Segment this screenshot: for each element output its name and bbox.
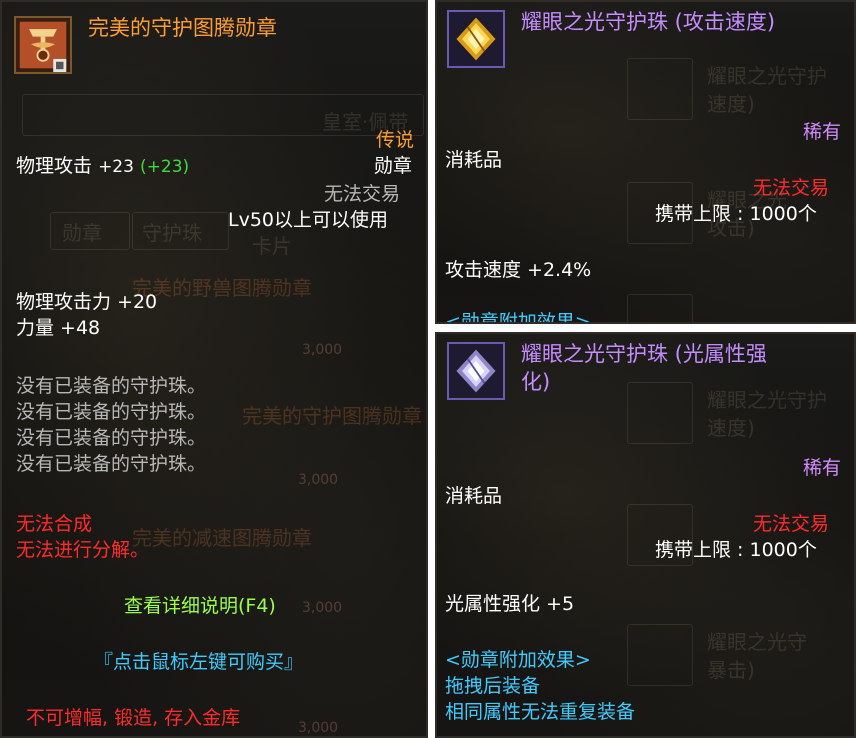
item-title: 完美的守护图腾勋章 (88, 16, 277, 40)
no-craft-notice: 无法合成 (16, 513, 93, 535)
stat-strength: 力量 +48 (16, 317, 101, 339)
rarity-label: 稀有 (803, 457, 842, 479)
trade-status: 无法交易 (324, 183, 401, 205)
orb-slot-empty-2: 没有已装备的守护珠。 (16, 401, 207, 423)
stat-physical-attack: 物理攻击力 +20 (16, 291, 158, 313)
bg-tab2: 守护珠 (142, 221, 202, 245)
bg-tab3: 卡片 (252, 234, 292, 258)
medal-tooltip: 皇室·佩带 勋章 守护珠 卡片 完美的野兽图腾勋章 3,000 完美的守护图腾勋… (0, 0, 428, 738)
bg-tab1: 勋章 (62, 221, 102, 245)
stack-limit: 携带上限 : 1000个 (655, 539, 817, 561)
bg-item-slot-3 (627, 294, 693, 322)
attack-bonus: (+23) (140, 157, 190, 177)
trade-status: 无法交易 (753, 177, 830, 199)
orb-tooltip-attack-speed: 耀眼之光守护 速度) 耀眼之光 攻击) 耀眼之光守护珠 (攻击速度) 稀有 消耗… (435, 0, 856, 324)
buy-hint[interactable]: 『点击鼠标左键可购买』 (94, 650, 303, 674)
bg-price2: 3,000 (298, 472, 339, 488)
bg-item1b: 速度) (707, 416, 755, 440)
item-title-line1: 耀眼之光守护珠 (光属性强 (521, 342, 767, 366)
orb-slot-empty-4: 没有已装备的守护珠。 (16, 453, 207, 475)
bg-item1: 耀眼之光守护 (707, 388, 827, 412)
trade-status: 无法交易 (753, 513, 830, 535)
bg-item1b: 速度) (707, 92, 755, 116)
orb-tooltip-light-enhance: 耀眼之光守护 速度) 耀眼之光守 暴击) 耀眼之光守护珠 (光属性强 化) 稀有… (435, 332, 856, 738)
medal-effect-header: <勋章附加效果> (445, 649, 591, 671)
totem-medal-icon (14, 16, 72, 74)
restrictions-notice: 不可增幅, 锻造, 存入金库 (26, 707, 241, 729)
stack-limit: 携带上限 : 1000个 (655, 203, 817, 225)
orb-slot-empty-1: 没有已装备的守护珠。 (16, 375, 207, 397)
detail-link[interactable]: 查看详细说明(F4) (124, 594, 276, 618)
attack-row: 物理攻击 +23 (+23) (16, 154, 189, 179)
orb-slot-empty-3: 没有已装备的守护珠。 (16, 427, 207, 449)
level-requirement: Lv50以上可以使用 (228, 209, 389, 231)
bg-item-slot-3 (627, 624, 693, 686)
item-type: 消耗品 (445, 149, 503, 171)
bg-item-slot-1 (627, 58, 693, 120)
bg-item1: 耀眼之光守护 (707, 64, 827, 88)
effect-attack-speed: 攻击速度 +2.4% (445, 259, 592, 281)
attack-value: +23 (98, 157, 134, 177)
silver-orb-icon (447, 342, 505, 400)
bg-price4: 3,000 (298, 720, 339, 736)
rarity-label: 传说 (376, 129, 415, 151)
bg-item1: 完美的野兽图腾勋章 (132, 276, 312, 300)
no-disassemble-notice: 无法进行分解。 (16, 539, 150, 561)
bg-item-slot-1 (627, 382, 693, 444)
bg-price3: 3,000 (302, 600, 343, 616)
bg-item3: 完美的减速图腾勋章 (132, 526, 312, 550)
bg-price1: 3,000 (302, 342, 343, 358)
bg-item2: 完美的守护图腾勋章 (242, 404, 422, 428)
attack-label: 物理攻击 (16, 155, 93, 177)
bg-item2b: 暴击) (707, 658, 755, 682)
item-title: 耀眼之光守护珠 (攻击速度) (521, 10, 776, 34)
medal-effect-header: <勋章附加效果> (445, 311, 591, 324)
gold-orb-icon (447, 10, 505, 68)
category-label: 勋章 (374, 155, 413, 177)
equip-rule: 相同属性无法重复装备 (445, 701, 636, 723)
item-type: 消耗品 (445, 485, 503, 507)
rarity-label: 稀有 (803, 121, 842, 143)
item-title-line2: 化) (521, 370, 551, 394)
equip-hint: 拖拽后装备 (445, 675, 541, 697)
bg-item2: 耀眼之光守 (707, 630, 807, 654)
effect-light-enhance: 光属性强化 +5 (445, 593, 575, 615)
